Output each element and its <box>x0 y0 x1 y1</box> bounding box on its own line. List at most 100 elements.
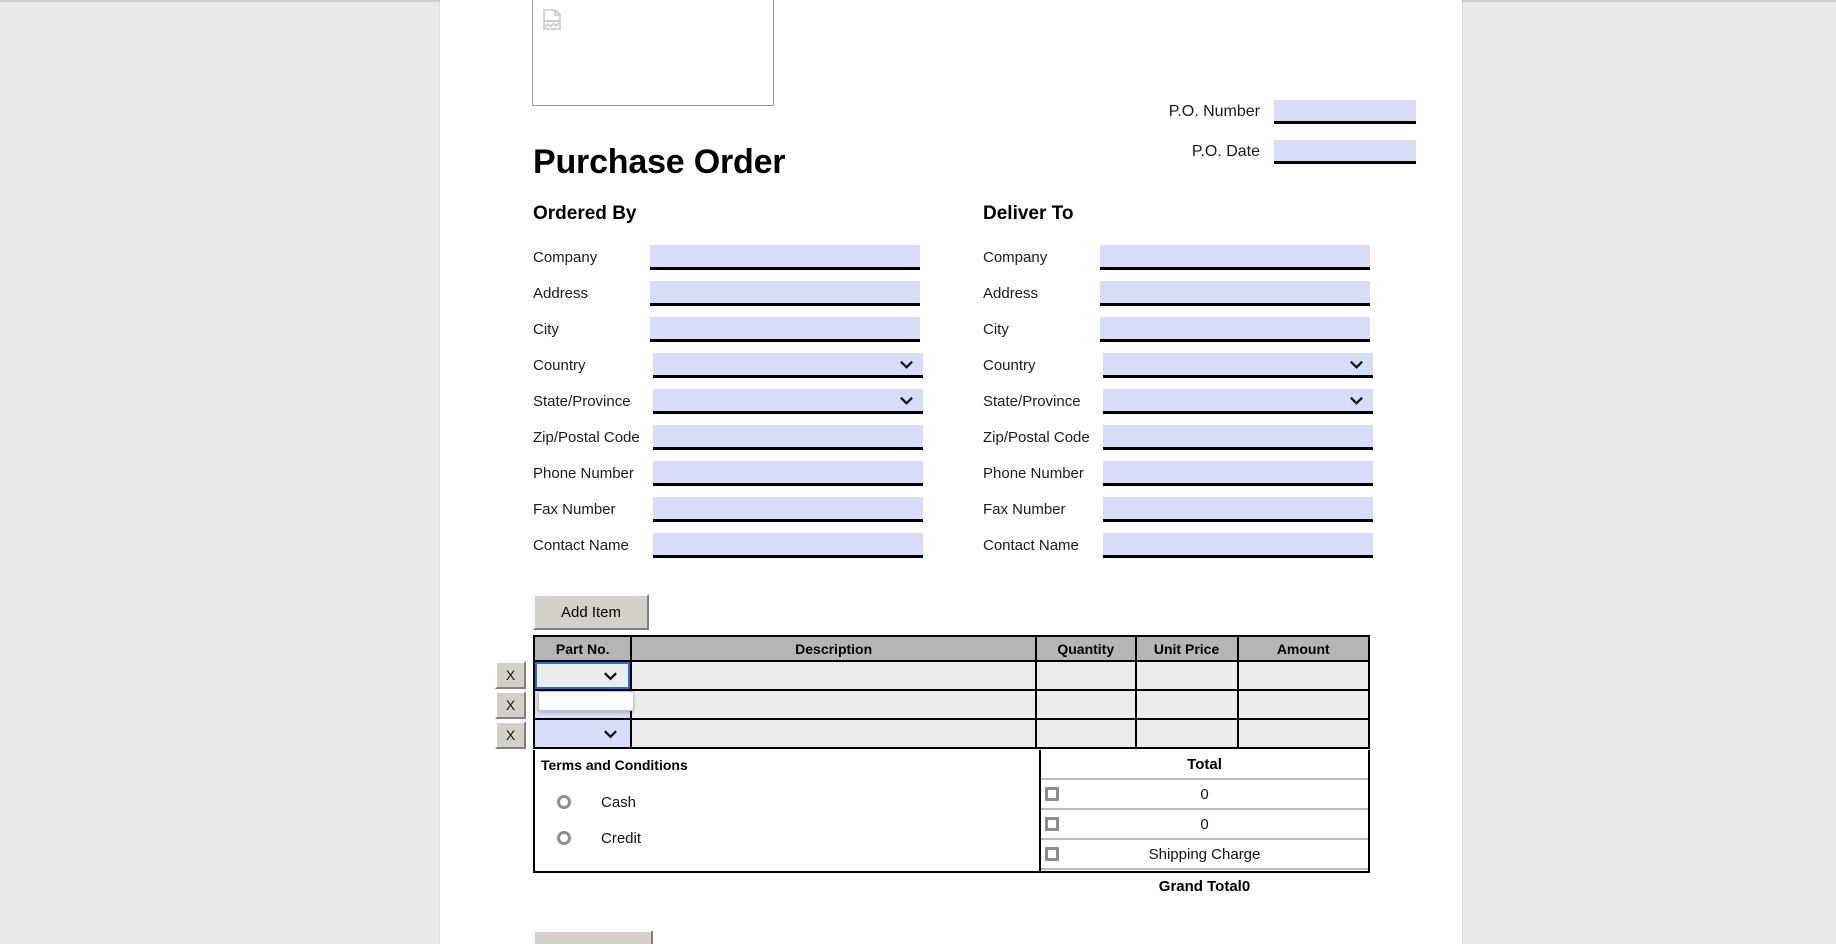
part-no-dropdown-popup[interactable] <box>538 691 634 711</box>
ordered-city-input[interactable] <box>650 316 920 342</box>
label-contact: Contact Name <box>983 536 1079 554</box>
grand-total-value: 0 <box>1241 877 1251 895</box>
label-company: Company <box>533 248 598 266</box>
totals-row: Shipping Charge <box>1041 840 1368 870</box>
deliver-address-input[interactable] <box>1100 280 1370 306</box>
terms-option-label: Credit <box>601 829 642 847</box>
ordered-address-input[interactable] <box>650 280 920 306</box>
terms-option-cash[interactable]: Cash <box>541 784 1039 820</box>
field-row-address: Address <box>983 275 1373 311</box>
cell-unit-price[interactable] <box>1134 719 1239 749</box>
label-address: Address <box>983 284 1039 302</box>
part-no-select[interactable] <box>535 662 631 689</box>
terms-option-credit[interactable]: Credit <box>541 820 1039 856</box>
field-row-company: Company <box>533 239 923 275</box>
deliver-state-select[interactable] <box>1103 388 1373 414</box>
label-phone: Phone Number <box>983 464 1084 482</box>
deliver-zip-input[interactable] <box>1103 424 1373 450</box>
totals-heading-row: Total <box>1041 750 1368 780</box>
broken-image-icon <box>543 9 561 30</box>
deliver-phone-input[interactable] <box>1103 460 1373 486</box>
field-row-contact: Contact Name <box>533 527 923 563</box>
column-header-unit-price: Unit Price <box>1134 635 1239 662</box>
ordered-contact-input[interactable] <box>653 532 923 558</box>
terms-option-label: Cash <box>601 793 637 811</box>
logo-placeholder-box <box>532 0 774 106</box>
deliver-country-select-wrap <box>1103 352 1373 378</box>
field-row-address: Address <box>533 275 923 311</box>
label-fax: Fax Number <box>533 500 616 518</box>
column-header-part-no: Part No. <box>532 635 633 662</box>
cell-description[interactable] <box>630 690 1037 720</box>
items-table-wrap: X X X Part No. Description Quantity Unit… <box>495 635 1371 749</box>
part-no-select[interactable] <box>535 720 631 747</box>
label-state: State/Province <box>983 392 1081 410</box>
radio-cash[interactable] <box>557 795 571 809</box>
footer-button[interactable] <box>533 930 653 944</box>
ordered-phone-input[interactable] <box>653 460 923 486</box>
cell-quantity[interactable] <box>1034 661 1137 691</box>
totals-checkbox[interactable] <box>1045 787 1059 801</box>
table-row <box>532 661 1371 711</box>
items-table: Part No. Description Quantity Unit Price… <box>532 635 1371 749</box>
delete-row-button[interactable]: X <box>495 661 526 689</box>
field-row-country: Country <box>983 347 1373 383</box>
screen: P.O. Number P.O. Date Purchase Order Ord… <box>0 0 1836 944</box>
cell-description[interactable] <box>630 719 1037 749</box>
deliver-fax-input[interactable] <box>1103 496 1373 522</box>
po-number-input[interactable] <box>1274 100 1416 124</box>
delete-row-button[interactable]: X <box>495 691 526 719</box>
deliver-city-input[interactable] <box>1100 316 1370 342</box>
deliver-country-select[interactable] <box>1103 352 1373 378</box>
po-number-label: P.O. Number <box>1168 103 1260 120</box>
terms-and-totals: Terms and Conditions Cash Credit Total 0… <box>533 750 1370 895</box>
delete-row-button[interactable]: X <box>495 721 526 749</box>
deliver-contact-input[interactable] <box>1103 532 1373 558</box>
field-row-fax: Fax Number <box>533 491 923 527</box>
chevron-down-icon <box>604 729 618 738</box>
terms-and-conditions-panel: Terms and Conditions Cash Credit <box>533 750 1041 873</box>
ordered-country-select-wrap <box>653 352 923 378</box>
cell-quantity[interactable] <box>1034 719 1137 749</box>
field-row-state: State/Province <box>533 383 923 419</box>
cell-quantity[interactable] <box>1034 690 1137 720</box>
label-fax: Fax Number <box>983 500 1066 518</box>
chevron-down-icon <box>604 671 618 680</box>
field-row-zip: Zip/Postal Code <box>983 419 1373 455</box>
cell-description[interactable] <box>630 661 1037 691</box>
shipping-charge-checkbox[interactable] <box>1045 847 1059 861</box>
label-city: City <box>533 320 559 338</box>
field-row-city: City <box>983 311 1373 347</box>
deliver-to-block: Deliver To Company Address City Country <box>983 203 1373 563</box>
add-item-button[interactable]: Add Item <box>533 594 649 630</box>
cell-part-no <box>532 661 634 711</box>
terms-heading: Terms and Conditions <box>541 757 688 773</box>
totals-panel: Total 0 0 Shipping Charge Grand Total 0 <box>1041 750 1370 895</box>
radio-credit[interactable] <box>557 831 571 845</box>
cell-amount <box>1236 719 1371 749</box>
ordered-country-select[interactable] <box>653 352 923 378</box>
ordered-fax-input[interactable] <box>653 496 923 522</box>
ordered-company-input[interactable] <box>650 244 920 270</box>
po-number-row: P.O. Number <box>1140 100 1416 124</box>
po-date-input[interactable] <box>1274 140 1416 164</box>
ordered-zip-input[interactable] <box>653 424 923 450</box>
delete-row-button-column: X X X <box>495 661 529 751</box>
totals-checkbox[interactable] <box>1045 817 1059 831</box>
cell-unit-price[interactable] <box>1134 690 1239 720</box>
label-company: Company <box>983 248 1048 266</box>
field-row-contact: Contact Name <box>983 527 1373 563</box>
deliver-company-input[interactable] <box>1100 244 1370 270</box>
column-header-amount: Amount <box>1236 635 1371 662</box>
ordered-by-heading: Ordered By <box>533 203 637 224</box>
grand-total-label: Grand Total <box>1158 877 1242 895</box>
label-country: Country <box>533 356 586 374</box>
items-table-header-row: Part No. Description Quantity Unit Price… <box>532 635 1371 662</box>
totals-row: 0 <box>1041 780 1368 810</box>
ordered-state-select[interactable] <box>653 388 923 414</box>
page-title: Purchase Order <box>533 143 786 181</box>
label-zip: Zip/Postal Code <box>983 428 1090 446</box>
cell-unit-price[interactable] <box>1134 661 1239 691</box>
totals-value: 0 <box>1200 785 1209 803</box>
po-date-row: P.O. Date <box>1140 140 1416 164</box>
